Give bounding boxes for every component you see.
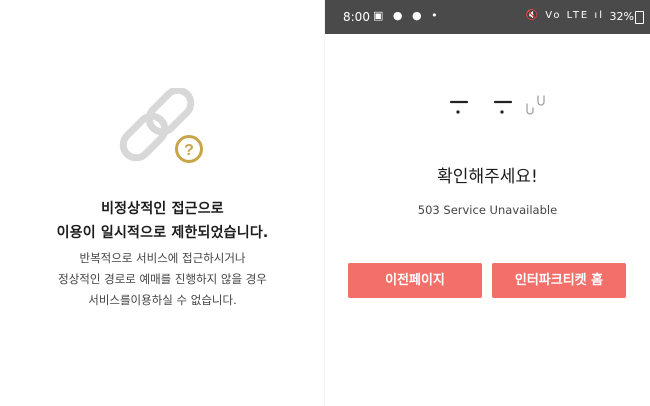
error-panel: 8:00 ▣ ● ● • 🔇 Vo LTE ıl 32% 확인해주세요! 503…: [325, 0, 650, 406]
notification-icons: ▣ ● ● •: [373, 9, 441, 22]
restriction-body-line1: 반복적으로 서비스에 접근하시거나: [79, 251, 246, 265]
restriction-title-line2: 이용이 일시적으로 제한되었습니다.: [56, 225, 269, 241]
restriction-body-line3: 서비스를이용하실 수 없습니다.: [88, 293, 237, 307]
restriction-panel: ? 비정상적인 접근으로 이용이 일시적으로 제한되었습니다. 반복적으로 서비…: [0, 0, 325, 406]
status-bar: 8:00 ▣ ● ● • 🔇 Vo LTE ıl 32%: [325, 0, 650, 34]
status-time: 8:00: [343, 10, 370, 24]
battery-icon: [635, 11, 644, 24]
sad-face-emoticon: [445, 92, 555, 128]
question-mark-icon: ?: [174, 134, 204, 164]
signal-icons: 🔇 Vo LTE ıl: [525, 10, 604, 21]
previous-page-button[interactable]: 이전페이지: [348, 263, 482, 298]
svg-text:?: ?: [184, 142, 194, 159]
battery-level: 32%: [609, 10, 634, 23]
interpark-ticket-home-button[interactable]: 인터파크티켓 홈: [492, 263, 626, 298]
error-subtitle: 503 Service Unavailable: [417, 203, 558, 217]
error-title: 확인해주세요!: [437, 167, 538, 187]
restriction-body-line2: 정상적인 경로로 예매를 진행하지 않을 경우: [58, 272, 267, 286]
broken-link-icon: ?: [112, 86, 212, 172]
restriction-title-line1: 비정상적인 접근으로: [101, 201, 224, 217]
